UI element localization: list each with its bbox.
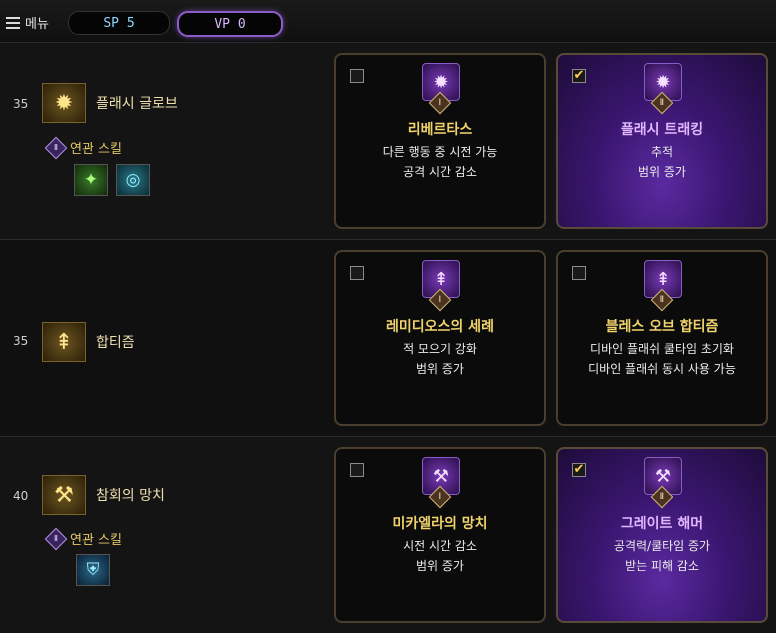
tripod-desc-1: 다른 행동 중 시전 가능: [382, 145, 498, 159]
tripod-title: 플래시 트래킹: [620, 122, 704, 138]
tripod-desc-2: 공격 시간 감소: [403, 165, 477, 179]
tripod-card-libertas[interactable]: ✹ Ⅰ 리베르타스 다른 행동 중 시전 가능 공격 시간 감소: [334, 53, 546, 229]
sp-counter: SP 5: [68, 11, 170, 35]
skill-name: 합티즘: [96, 335, 135, 351]
tripod-desc-1: 시전 시간 감소: [403, 539, 477, 553]
skill-row-flash-globe: 35 ✹ 플래시 글로브 Ⅱ 연관 스킬 ✦ ◎ ✹ Ⅰ 리베르타스 다른 행동…: [0, 43, 776, 239]
hammer-of-penance-skill-icon[interactable]: ⚒: [42, 475, 86, 515]
tripod-checkbox[interactable]: [350, 69, 364, 83]
menu-label: 메뉴: [25, 17, 49, 32]
top-bar: 메뉴 SP 5 VP 0: [0, 0, 776, 43]
tripod-title: 블레스 오브 합티즘: [605, 319, 719, 335]
tripod-card-remedios[interactable]: ⇞ Ⅰ 레미디오스의 세례 적 모으기 강화 범위 증가: [334, 250, 546, 426]
tripod-desc-2: 받는 피해 감소: [625, 559, 699, 573]
related-skill-green-icon[interactable]: ✦: [74, 164, 108, 196]
skill-level: 35: [13, 97, 29, 111]
flash-globe-skill-icon[interactable]: ✹: [42, 83, 86, 123]
hamburger-icon: [6, 16, 20, 29]
tripod-checkbox[interactable]: [350, 463, 364, 477]
tripod-desc-2: 디바인 플래쉬 동시 사용 가능: [588, 362, 736, 376]
tripod-checkbox[interactable]: [572, 266, 586, 280]
tripod-desc-2: 범위 증가: [416, 559, 464, 573]
tripod-checkbox[interactable]: [350, 266, 364, 280]
tripod-card-flash-tracking[interactable]: ✔ ✹ Ⅱ 플래시 트래킹 추적 범위 증가: [556, 53, 768, 229]
tripod-desc-1: 디바인 플래쉬 쿨타임 초기화: [590, 342, 734, 356]
related-skill-shield-icon[interactable]: ⛨: [76, 554, 110, 586]
related-skills-label: Ⅱ 연관 스킬: [44, 527, 122, 550]
tripod-title: 그레이트 해머: [620, 516, 704, 532]
skill-row-hammer-of-penance: 40 ⚒ 참회의 망치 Ⅱ 연관 스킬 ⛨ ⚒ Ⅰ 미카엘라의 망치 시전 시간…: [0, 437, 776, 633]
related-skills-label: Ⅱ 연관 스킬: [44, 136, 122, 159]
tripod-card-michaela-hammer[interactable]: ⚒ Ⅰ 미카엘라의 망치 시전 시간 감소 범위 증가: [334, 447, 546, 623]
tripod-card-great-hammer[interactable]: ✔ ⚒ Ⅱ 그레이트 해머 공격력/쿨타임 증가 받는 피해 감소: [556, 447, 768, 623]
tripod-title: 리베르타스: [407, 122, 473, 138]
menu-button[interactable]: 메뉴: [6, 13, 49, 32]
tripod-desc-1: 추적: [650, 145, 674, 159]
skill-name: 참회의 망치: [96, 488, 165, 504]
skill-name: 플래시 글로브: [96, 96, 178, 112]
tripod-card-bless-of-haptism[interactable]: ⇞ Ⅱ 블레스 오브 합티즘 디바인 플래쉬 쿨타임 초기화 디바인 플래쉬 동…: [556, 250, 768, 426]
related-skill-cyan-icon[interactable]: ◎: [116, 164, 150, 196]
skill-level: 40: [13, 489, 29, 503]
vp-counter: VP 0: [177, 11, 283, 37]
tripod-desc-2: 범위 증가: [416, 362, 464, 376]
tripod-desc-2: 범위 증가: [638, 165, 686, 179]
tripod-checkbox-checked[interactable]: ✔: [572, 463, 586, 477]
tripod-checkbox-checked[interactable]: ✔: [572, 69, 586, 83]
tripod-title: 레미디오스의 세례: [386, 319, 494, 335]
haptism-skill-icon[interactable]: ⇞: [42, 322, 86, 362]
tripod-desc-1: 적 모으기 강화: [403, 342, 477, 356]
skill-level: 35: [13, 334, 29, 348]
tripod-title: 미카엘라의 망치: [392, 516, 488, 532]
tier-badge-icon: Ⅱ: [44, 136, 68, 159]
tripod-desc-1: 공격력/쿨타임 증가: [613, 539, 711, 553]
skill-row-haptism: 35 ⇞ 합티즘 ⇞ Ⅰ 레미디오스의 세례 적 모으기 강화 범위 증가 ⇞ …: [0, 240, 776, 436]
tier-badge-icon: Ⅱ: [44, 527, 68, 550]
